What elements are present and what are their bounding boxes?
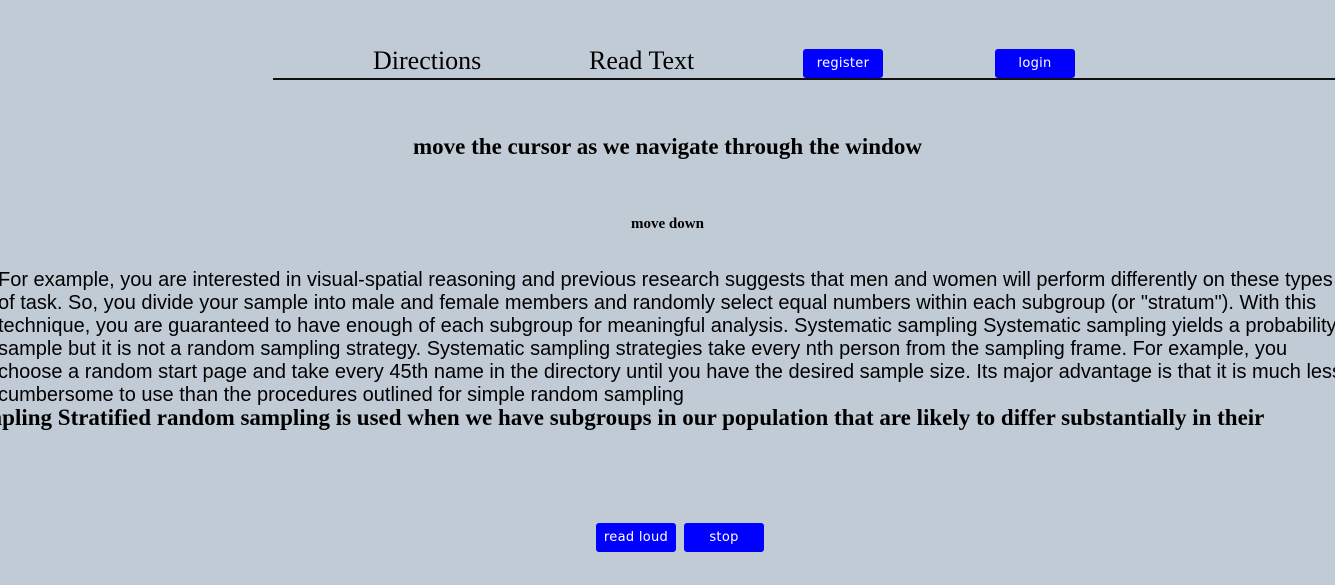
nav-link-directions[interactable]: Directions xyxy=(373,46,481,76)
article-paragraph: For example, you are interested in visua… xyxy=(0,269,1335,406)
scrolling-marquee-text: mpling Stratified random sampling is use… xyxy=(0,405,1265,430)
page-title: move the cursor as we navigate through t… xyxy=(413,134,922,159)
stop-button[interactable]: stop xyxy=(684,523,764,552)
nav-link-read-text[interactable]: Read Text xyxy=(589,46,694,76)
page: Directions Read Text register login move… xyxy=(0,0,1335,585)
read-loud-button[interactable]: read loud xyxy=(596,523,676,552)
page-subtitle: move down xyxy=(631,216,704,232)
register-button[interactable]: register xyxy=(803,49,883,78)
nav-divider xyxy=(273,78,1335,80)
login-button[interactable]: login xyxy=(995,49,1075,78)
